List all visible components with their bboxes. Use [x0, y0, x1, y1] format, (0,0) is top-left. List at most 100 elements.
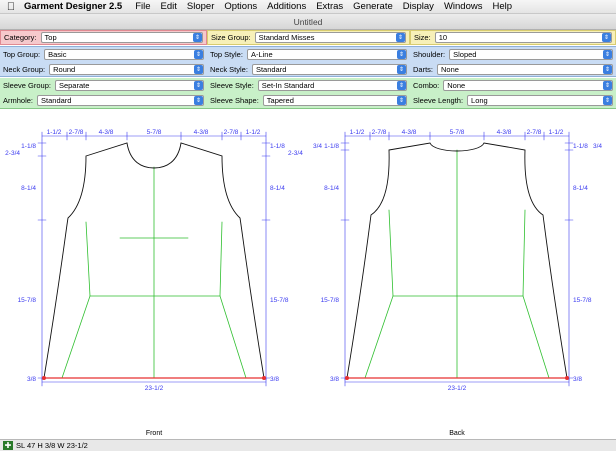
size-group-select[interactable]: Standard Misses ⇕	[254, 32, 406, 43]
combo-select[interactable]: None ⇕	[443, 80, 613, 91]
neck-group-select[interactable]: Round ⇕	[49, 64, 204, 75]
back-left-dim: 1-1/8	[324, 143, 339, 150]
back-top-dim: 4-3/8	[497, 129, 512, 136]
chevron-updown-icon: ⇕	[397, 96, 406, 105]
back-right-dim: 15-7/8	[573, 297, 592, 304]
sleeve-shape-row: Sleeve Shape: Tapered ⇕	[207, 93, 410, 108]
chevron-updown-icon: ⇕	[194, 96, 203, 105]
sleeve-group-select[interactable]: Separate ⇕	[54, 80, 204, 91]
armhole-row: Armhole: Standard ⇕	[0, 93, 207, 108]
top-style-label: Top Style:	[210, 50, 243, 59]
menu-extras[interactable]: Extras	[311, 1, 348, 12]
menu-edit[interactable]: Edit	[156, 1, 182, 12]
back-left-dim: 8-1/4	[324, 185, 339, 192]
size-value: 10	[438, 33, 448, 42]
front-top-dim: 2-7/8	[224, 129, 239, 136]
back-label: Back	[449, 430, 465, 437]
size-group-label: Size Group:	[211, 33, 251, 42]
back-right-dim: 8-1/4	[573, 185, 588, 192]
crosshair-tool-icon[interactable]: ✚	[3, 441, 13, 450]
menu-options[interactable]: Options	[219, 1, 262, 12]
back-top-dim: 1-1/2	[549, 129, 564, 136]
back-left-dim: 15-7/8	[321, 297, 340, 304]
size-select[interactable]: 10 ⇕	[434, 32, 612, 43]
armhole-label: Armhole:	[3, 96, 34, 105]
sleeve-group-value: Separate	[58, 81, 90, 90]
front-left-dim: 2-3/4	[5, 150, 20, 157]
back-dimension-labels: 1-1/2 2-7/8 4-3/8 5-7/8 4-3/8 2-7/8 1-1/…	[313, 129, 602, 392]
front-label: Front	[146, 430, 162, 437]
top-group-select[interactable]: Basic ⇕	[44, 49, 204, 60]
window-title-bar: Untitled	[0, 14, 616, 30]
front-guides	[61, 166, 247, 379]
menu-additions[interactable]: Additions	[262, 1, 311, 12]
app-menu[interactable]: Garment Designer 2.5	[22, 1, 130, 12]
back-hem-point[interactable]	[565, 376, 569, 380]
size-label: Size:	[414, 33, 431, 42]
chevron-updown-icon: ⇕	[194, 65, 203, 74]
chevron-updown-icon: ⇕	[603, 81, 612, 90]
combo-value: None	[447, 81, 466, 90]
sleeve-shape-select[interactable]: Tapered ⇕	[262, 95, 407, 106]
neck-group-row: Neck Group: Round ⇕	[0, 62, 207, 77]
chevron-updown-icon: ⇕	[397, 50, 406, 59]
chevron-updown-icon: ⇕	[602, 33, 611, 42]
size-group: Size: 10 ⇕	[410, 30, 616, 45]
sleeve-length-select[interactable]: Long ⇕	[467, 95, 613, 106]
menu-bar:  Garment Designer 2.5 File Edit Sloper …	[0, 0, 616, 14]
status-bar: ✚ SL 47 H 3/8 W 23-1/2	[0, 439, 616, 451]
menu-sloper[interactable]: Sloper	[182, 1, 219, 12]
top-style-select[interactable]: A-Line ⇕	[246, 49, 407, 60]
armhole-select[interactable]: Standard ⇕	[37, 95, 204, 106]
combo-label: Combo:	[413, 81, 440, 90]
front-right-dim: 3/8	[270, 376, 279, 383]
sleeve-group-row: Sleeve Group: Separate ⇕	[0, 78, 207, 93]
pattern-canvas[interactable]: 1-1/2 2-7/8 4-3/8 5-7/8 4-3/8 2-7/8 1-1/…	[0, 110, 616, 439]
size-group-group: Size Group: Standard Misses ⇕	[207, 30, 410, 45]
combo-row: Combo: None ⇕	[410, 78, 616, 93]
menu-file[interactable]: File	[130, 1, 155, 12]
row-category: Category: Top ⇕ Size Group: Standard Miss…	[0, 30, 616, 46]
top-group-label: Top Group:	[3, 50, 41, 59]
back-bottom-dim: 23-1/2	[448, 385, 467, 392]
category-group: Category: Top ⇕	[0, 30, 207, 45]
darts-select[interactable]: None ⇕	[437, 64, 613, 75]
chevron-updown-icon: ⇕	[193, 33, 202, 42]
menu-generate[interactable]: Generate	[348, 1, 398, 12]
sleeve-group-label: Sleeve Group:	[3, 81, 51, 90]
front-hem-point[interactable]	[262, 376, 266, 380]
category-value: Top	[44, 33, 57, 42]
menu-help[interactable]: Help	[487, 1, 517, 12]
sleeve-style-value: Set-In Standard	[261, 81, 315, 90]
shoulder-value: Sloped	[453, 50, 477, 59]
back-top-dim: 4-3/8	[402, 129, 417, 136]
armhole-value: Standard	[41, 96, 72, 105]
front-right-dim: 1-1/8	[270, 143, 285, 150]
back-hem-point[interactable]	[345, 376, 349, 380]
neck-style-select[interactable]: Standard ⇕	[251, 64, 407, 75]
back-guides	[364, 149, 550, 379]
menu-windows[interactable]: Windows	[439, 1, 488, 12]
back-top-dim: 2-7/8	[527, 129, 542, 136]
front-right-dim: 15-7/8	[270, 297, 289, 304]
front-right-dim: 2-3/4	[288, 150, 303, 157]
darts-label: Darts:	[413, 65, 434, 74]
front-top-dim: 4-3/8	[99, 129, 114, 136]
front-hem-point[interactable]	[42, 376, 46, 380]
front-bottom-dim: 23-1/2	[145, 385, 164, 392]
apple-icon[interactable]: 	[0, 1, 22, 13]
chevron-updown-icon: ⇕	[194, 81, 203, 90]
back-pattern: 1-1/2 2-7/8 4-3/8 5-7/8 4-3/8 2-7/8 1-1/…	[313, 129, 602, 437]
category-select[interactable]: Top ⇕	[40, 32, 203, 43]
shoulder-select[interactable]: Sloped ⇕	[449, 49, 613, 60]
sleeve-style-select[interactable]: Set-In Standard ⇕	[257, 80, 407, 91]
sleeve-style-row: Sleeve Style: Set-In Standard ⇕	[207, 78, 410, 93]
chevron-updown-icon: ⇕	[396, 33, 405, 42]
category-label: Category:	[4, 33, 37, 42]
front-top-dim: 2-7/8	[69, 129, 84, 136]
menu-display[interactable]: Display	[398, 1, 439, 12]
back-left-dim: 3/8	[330, 376, 339, 383]
back-right-dim: 1-1/8	[573, 143, 588, 150]
top-style-row: Top Style: A-Line ⇕	[207, 47, 410, 62]
front-right-dim: 8-1/4	[270, 185, 285, 192]
